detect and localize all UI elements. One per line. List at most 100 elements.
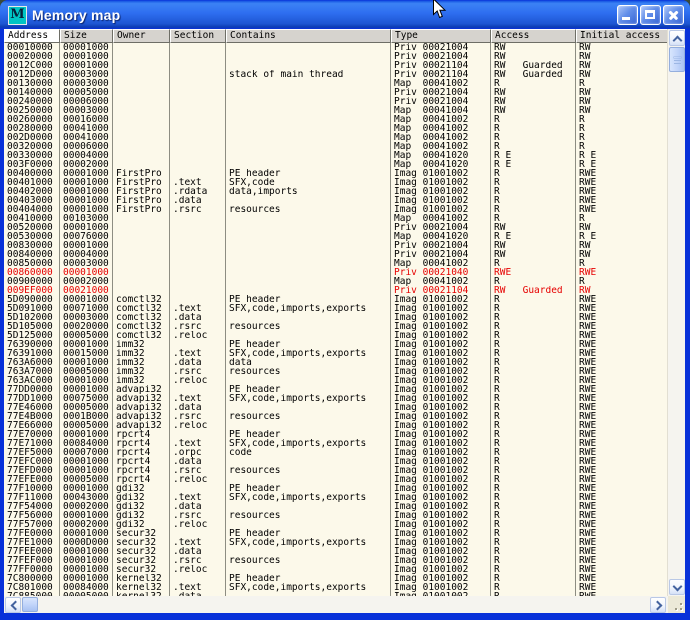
table-row[interactable]: 0084000000004000Priv 00021004RWRW xyxy=(4,250,667,259)
table-cell xyxy=(226,79,391,88)
horizontal-scrollbar[interactable] xyxy=(4,596,685,613)
table-row[interactable]: 5D10500000020000comctl32.rsrcresourcesIm… xyxy=(4,322,667,331)
table-row[interactable]: 77E6600000005000advapi32.relocImag 01001… xyxy=(4,421,667,430)
table-row[interactable]: 0026000000016000Map 00041002RR xyxy=(4,115,667,124)
table-row[interactable]: 77E4B0000001B000advapi32.rsrcresourcesIm… xyxy=(4,412,667,421)
column-header-initial-access[interactable]: Initial access xyxy=(576,29,667,43)
vertical-scrollbar[interactable] xyxy=(667,29,685,596)
table-row[interactable]: 0040300000001000FirstPro.dataImag 010010… xyxy=(4,196,667,205)
table-row[interactable]: 77FE10000000D000secur32.textSFX,code,imp… xyxy=(4,538,667,547)
table-row[interactable]: 0001000000001000Priv 00021004RWRW xyxy=(4,43,667,52)
table-row[interactable]: 5D10200000003000comctl32.dataImag 010010… xyxy=(4,313,667,322)
table-row[interactable]: 7639100000015000imm32.textSFX,code,impor… xyxy=(4,349,667,358)
table-row[interactable]: 0024000000006000Priv 00021004RWRW xyxy=(4,97,667,106)
table-cell: RWE xyxy=(576,340,667,349)
table-row[interactable]: 77FF000000001000secur32.relocImag 010010… xyxy=(4,565,667,574)
close-button[interactable] xyxy=(663,5,684,25)
table-row[interactable]: 0002000000001000Priv 00021004RWRW xyxy=(4,52,667,61)
table-row[interactable]: 002D000000041000Map 00041002RR xyxy=(4,133,667,142)
scroll-left-button[interactable] xyxy=(5,597,21,613)
table-row[interactable]: 77FE000000001000secur32PE headerImag 010… xyxy=(4,529,667,538)
table-row[interactable]: 0053000000076000Map 00041020R ER E xyxy=(4,232,667,241)
scroll-up-button[interactable] xyxy=(669,30,685,46)
table-row[interactable]: 009EF00000021000Priv 00021104RW GuardedR… xyxy=(4,286,667,295)
table-cell: .data xyxy=(170,403,226,412)
table-row[interactable]: 77FEF00000001000secur32.rsrcresourcesIma… xyxy=(4,556,667,565)
table-row[interactable]: 0033000000004000Map 00041020R ER E xyxy=(4,151,667,160)
resize-grip[interactable] xyxy=(668,596,685,613)
column-header-size[interactable]: Size xyxy=(60,29,113,43)
table-row[interactable]: 0040200000001000FirstPro.rdatadata,impor… xyxy=(4,187,667,196)
table-row[interactable]: 77EF500000007000rpcrt4.orpccodeImag 0100… xyxy=(4,448,667,457)
table-row[interactable]: 5D09100000071000comctl32.textSFX,code,im… xyxy=(4,304,667,313)
table-cell xyxy=(113,241,170,250)
table-row[interactable]: 0028000000041000Map 00041002RR xyxy=(4,124,667,133)
maximize-button[interactable] xyxy=(640,5,661,25)
table-row[interactable]: 7639000000001000imm32PE headerImag 01001… xyxy=(4,340,667,349)
table-row[interactable]: 0085000000003000Map 00041002RR xyxy=(4,259,667,268)
table-row[interactable]: 77F1000000001000gdi32PE headerImag 01001… xyxy=(4,484,667,493)
scroll-right-button[interactable] xyxy=(650,597,666,613)
table-row[interactable]: 0090000000002000Map 00041002RR xyxy=(4,277,667,286)
table-row[interactable]: 77DD100000075000advapi32.textSFX,code,im… xyxy=(4,394,667,403)
table-cell xyxy=(226,547,391,556)
column-header-owner[interactable]: Owner xyxy=(113,29,170,43)
table-row[interactable]: 0012C00000001000Priv 00021104RW GuardedR… xyxy=(4,61,667,70)
table-row[interactable]: 77EFC00000001000rpcrt4.dataImag 01001002… xyxy=(4,457,667,466)
vertical-scroll-thumb[interactable] xyxy=(669,47,685,72)
table-cell: Map 00041020 xyxy=(391,151,491,160)
table-row[interactable]: 77DD000000001000advapi32PE headerImag 01… xyxy=(4,385,667,394)
table-cell: 00071000 xyxy=(60,304,113,313)
table-cell: 00076000 xyxy=(60,232,113,241)
table-cell: 00330000 xyxy=(4,151,60,160)
table-row[interactable]: 77F5400000002000gdi32.dataImag 01001002R… xyxy=(4,502,667,511)
table-row[interactable]: 0040100000001000FirstPro.textSFX,codeIma… xyxy=(4,178,667,187)
table-row[interactable]: 0014000000005000Priv 00021004RWRW xyxy=(4,88,667,97)
table-cell: 77FEF000 xyxy=(4,556,60,565)
table-row[interactable]: 0086000000001000Priv 00021040RWERWE xyxy=(4,268,667,277)
table-row[interactable]: 77F5600000001000gdi32.rsrcresourcesImag … xyxy=(4,511,667,520)
table-cell xyxy=(170,484,226,493)
table-cell: Imag 01001002 xyxy=(391,538,491,547)
table-row[interactable]: 0013000000003000Map 00041002RR xyxy=(4,79,667,88)
minimize-button[interactable] xyxy=(617,5,638,25)
table-row[interactable]: 0041000000103000Map 00041002RR xyxy=(4,214,667,223)
column-header-access[interactable]: Access xyxy=(491,29,576,43)
table-row[interactable]: 7C80000000001000kernel32PE headerImag 01… xyxy=(4,574,667,583)
table-row[interactable]: 77EFD00000001000rpcrt4.rsrcresourcesImag… xyxy=(4,466,667,475)
table-cell: 00402000 xyxy=(4,187,60,196)
column-header-type[interactable]: Type xyxy=(391,29,491,43)
table-row[interactable]: 0012D00000003000stack of main threadPriv… xyxy=(4,70,667,79)
table-row[interactable]: 77EFE00000005000rpcrt4.relocImag 0100100… xyxy=(4,475,667,484)
horizontal-scroll-thumb[interactable] xyxy=(22,597,38,612)
titlebar[interactable]: M Memory map xyxy=(0,0,690,29)
table-row[interactable]: 763AC00000001000imm32.relocImag 01001002… xyxy=(4,376,667,385)
table-row[interactable]: 77F1100000043000gdi32.textSFX,code,impor… xyxy=(4,493,667,502)
scroll-down-button[interactable] xyxy=(669,579,685,595)
table-row[interactable]: 0052000000001000Priv 00021004RWRW xyxy=(4,223,667,232)
table-row[interactable]: 0040000000001000FirstProPE headerImag 01… xyxy=(4,169,667,178)
column-header-contains[interactable]: Contains xyxy=(226,29,391,43)
table-row[interactable]: 5D12500000005000comctl32.relocImag 01001… xyxy=(4,331,667,340)
table-row[interactable]: 763A700000005000imm32.rsrcresourcesImag … xyxy=(4,367,667,376)
table-row[interactable]: 77F5700000002000gdi32.relocImag 01001002… xyxy=(4,520,667,529)
table-row[interactable]: 763A600000001000imm32.datadataImag 01001… xyxy=(4,358,667,367)
table-cell: 00140000 xyxy=(4,88,60,97)
table-row[interactable]: 77FEE00000001000secur32.dataImag 0100100… xyxy=(4,547,667,556)
column-header-section[interactable]: Section xyxy=(170,29,226,43)
table-row[interactable]: 77E7100000084000rpcrt4.textSFX,code,impo… xyxy=(4,439,667,448)
table-cell xyxy=(226,43,391,52)
column-header-address[interactable]: Address xyxy=(4,29,60,43)
table-cell: RWE xyxy=(576,520,667,529)
table-row[interactable]: 0032000000006000Map 00041002RR xyxy=(4,142,667,151)
table-row[interactable]: 5D09000000001000comctl32PE headerImag 01… xyxy=(4,295,667,304)
table-row[interactable]: 77E4600000005000advapi32.dataImag 010010… xyxy=(4,403,667,412)
table-row[interactable]: 77E7000000001000rpcrt4PE headerImag 0100… xyxy=(4,430,667,439)
table-row[interactable]: 0083000000001000Priv 00021004RWRW xyxy=(4,241,667,250)
table-row[interactable]: 7C80100000084000kernel32.textSFX,code,im… xyxy=(4,583,667,592)
table-row[interactable]: 0040400000001000FirstPro.rsrcresourcesIm… xyxy=(4,205,667,214)
table-row[interactable]: 0025000000003000Map 00041004RWRW xyxy=(4,106,667,115)
table-row[interactable]: 003F000000002000Map 00041020R ER E xyxy=(4,160,667,169)
table-cell: 00002000 xyxy=(60,502,113,511)
table-cell: 00001000 xyxy=(60,556,113,565)
